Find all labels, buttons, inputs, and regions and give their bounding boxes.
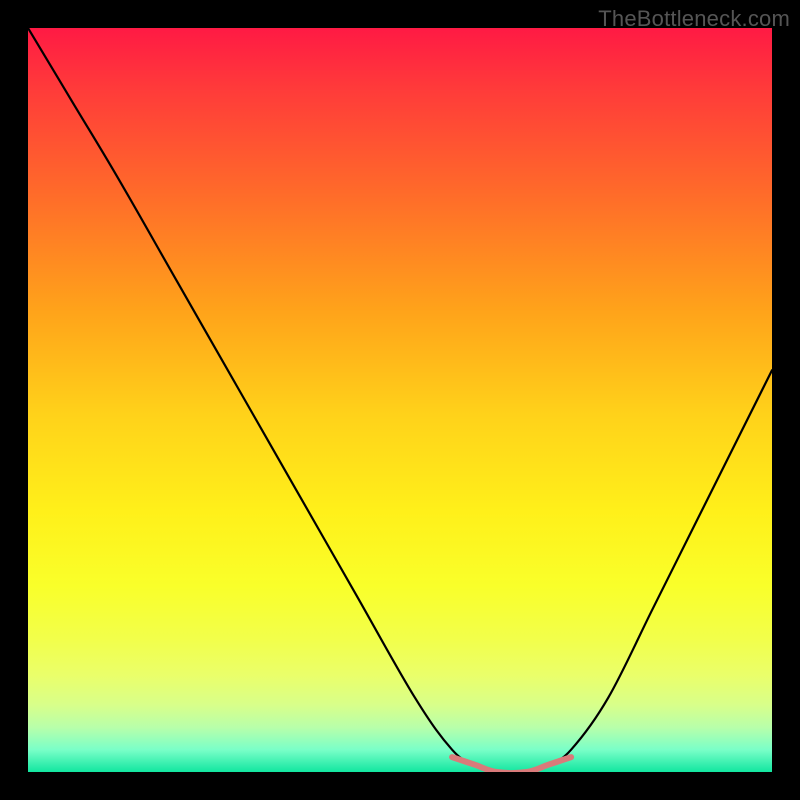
bottleneck-curve	[28, 28, 772, 772]
plot-area	[28, 28, 772, 772]
optimal-range-marker	[452, 757, 571, 772]
watermark-text: TheBottleneck.com	[598, 6, 790, 32]
chart-svg	[28, 28, 772, 772]
chart-container: TheBottleneck.com	[0, 0, 800, 800]
